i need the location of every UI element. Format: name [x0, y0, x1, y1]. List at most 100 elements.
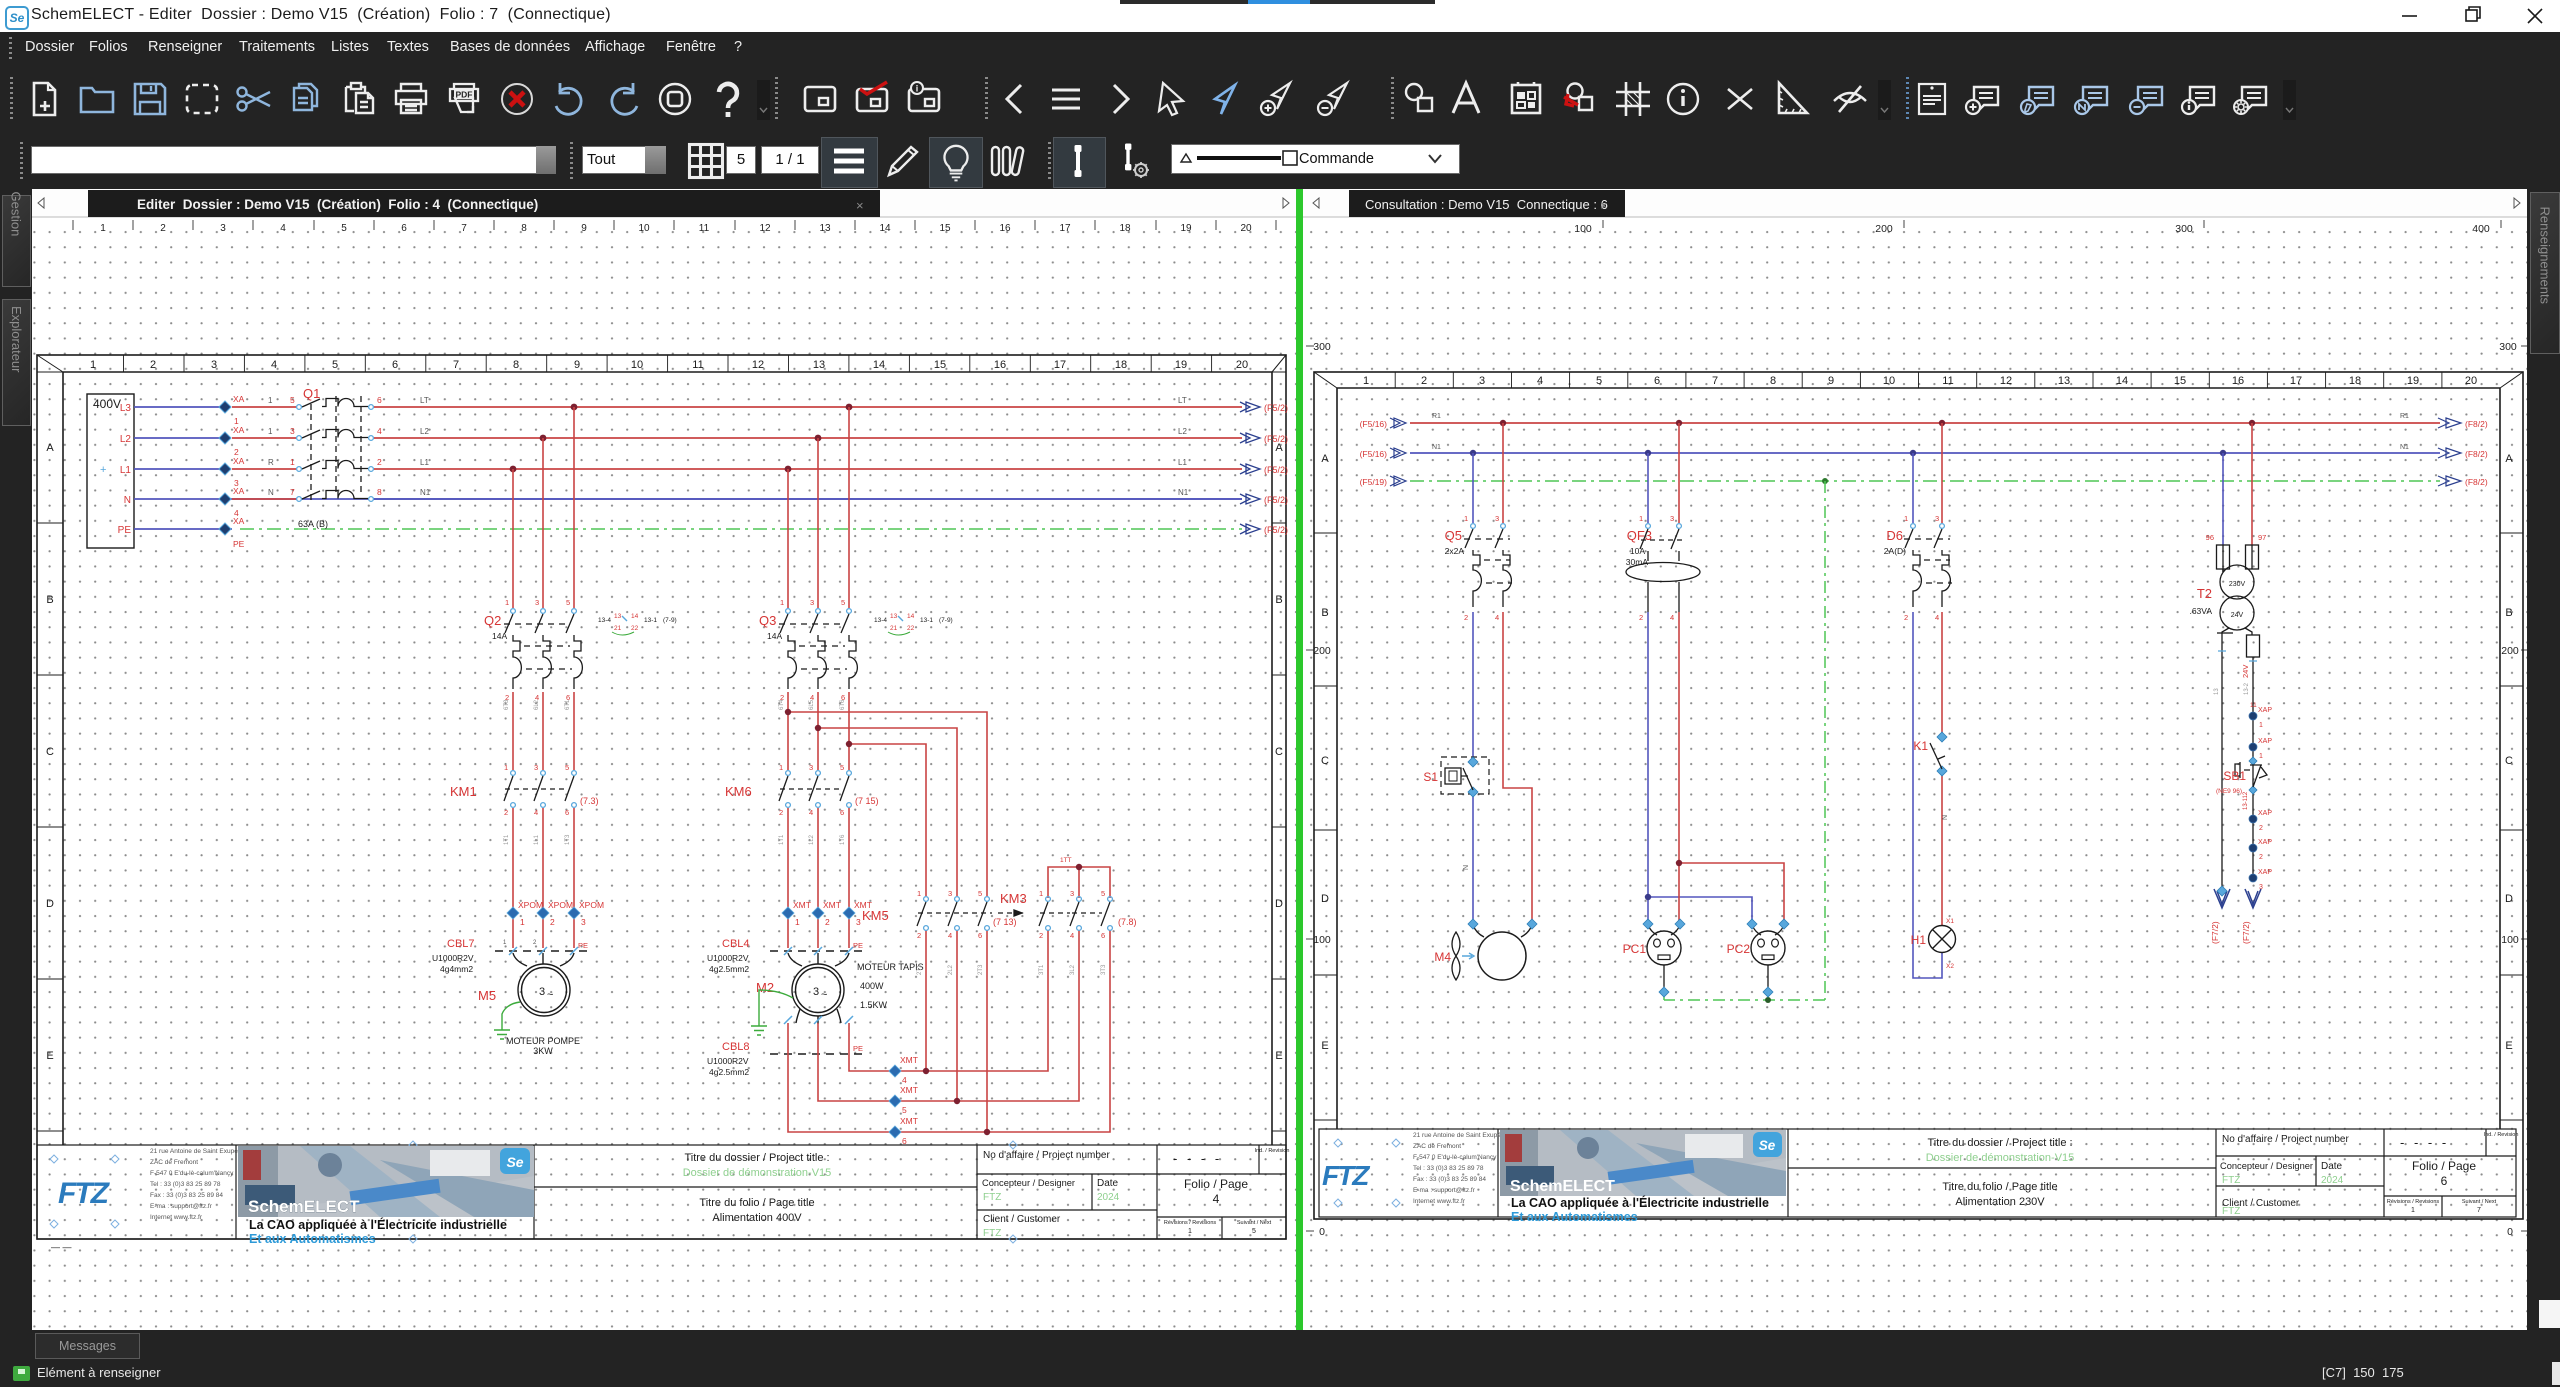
svg-text:1T1: 1T1 — [779, 834, 785, 845]
svg-text:Suivant / Next: Suivant / Next — [1237, 1220, 1272, 1226]
svg-text:22: 22 — [631, 625, 639, 632]
svg-text:Concepteur / Designer: Concepteur / Designer — [2220, 1161, 2313, 1171]
svg-text:6: 6 — [565, 808, 569, 817]
svg-text:1: 1 — [504, 763, 508, 772]
svg-text:1: 1 — [268, 396, 273, 405]
svg-text:6T3: 6T3 — [504, 699, 510, 710]
svg-text:17: 17 — [1054, 359, 1066, 371]
svg-text:XA: XA — [233, 394, 245, 404]
svg-text:5: 5 — [978, 889, 982, 898]
svg-text:L1: L1 — [420, 458, 429, 467]
svg-text:2: 2 — [160, 223, 166, 234]
svg-text:11: 11 — [699, 223, 710, 234]
svg-text:XMT: XMT — [900, 1085, 918, 1095]
svg-text:×: × — [856, 198, 864, 213]
svg-text:D: D — [1321, 893, 1329, 905]
svg-text:T2: T2 — [2197, 586, 2212, 601]
svg-text:1: 1 — [917, 889, 921, 898]
svg-text:2: 2 — [150, 359, 156, 371]
svg-text:U1000R2V: U1000R2V — [707, 953, 749, 963]
svg-text:FTZ: FTZ — [2222, 1175, 2240, 1186]
svg-text:C: C — [2505, 755, 2513, 767]
svg-text:13-4: 13-4 — [598, 617, 611, 624]
svg-text:6L2: 6L2 — [534, 699, 540, 710]
svg-text:K1: K1 — [1913, 739, 1928, 753]
svg-text:13: 13 — [614, 613, 622, 620]
svg-text:XAP: XAP — [2258, 869, 2272, 876]
svg-text:1: 1 — [780, 598, 784, 607]
svg-text:3: 3 — [539, 986, 545, 998]
svg-text:XA: XA — [233, 425, 245, 435]
svg-text:Fax : 33 (0)3 83 25 89 84: Fax : 33 (0)3 83 25 89 84 — [1413, 1176, 1486, 1183]
svg-text:D: D — [2505, 893, 2513, 905]
svg-text:C: C — [46, 746, 54, 758]
svg-text:Et aux Automatismes: Et aux Automatismes — [1511, 1210, 1638, 1224]
svg-text:XAP: XAP — [2258, 839, 2272, 846]
svg-text:3: 3 — [534, 763, 538, 772]
svg-text:Titre du folio / Page title: Titre du folio / Page title — [699, 1197, 814, 1209]
svg-text:3: 3 — [813, 986, 819, 998]
svg-text:1: 1 — [795, 917, 800, 927]
svg-text:3: 3 — [581, 917, 586, 927]
svg-text:2: 2 — [2259, 825, 2263, 832]
svg-text:D6: D6 — [1886, 528, 1903, 543]
svg-text:2T1: 2T1 — [917, 964, 923, 975]
svg-text:1T1: 1T1 — [504, 834, 510, 845]
svg-text:2: 2 — [825, 917, 830, 927]
svg-text:Commande: Commande — [1299, 151, 1374, 167]
svg-text:~: ~ — [547, 989, 553, 1001]
svg-text:Suivant / Next: Suivant / Next — [2462, 1199, 2497, 1205]
svg-text:13: 13 — [819, 223, 831, 234]
svg-text:Se: Se — [1759, 1138, 1776, 1153]
svg-text:18: 18 — [1119, 223, 1131, 234]
svg-text:KM1: KM1 — [450, 784, 477, 799]
svg-text:S1: S1 — [1423, 770, 1438, 784]
svg-text:FTZ: FTZ — [58, 1177, 111, 1210]
svg-text:Internet www.ftz.fr: Internet www.ftz.fr — [1413, 1198, 1466, 1205]
svg-text:(F5/16): (F5/16) — [1360, 449, 1388, 459]
svg-text:100: 100 — [1313, 934, 1331, 946]
svg-text:300: 300 — [2499, 341, 2517, 353]
svg-text:11: 11 — [692, 359, 703, 371]
svg-text:L1: L1 — [120, 465, 132, 476]
svg-text:6: 6 — [2441, 1174, 2448, 1188]
svg-text:Alimentation 230V: Alimentation 230V — [1955, 1196, 2045, 1208]
svg-text:No d'affaire / Project number: No d'affaire / Project number — [2222, 1134, 2349, 1145]
svg-text:Fax : 33 (0)3 83 25 89 84: Fax : 33 (0)3 83 25 89 84 — [150, 1192, 223, 1199]
svg-text:11: 11 — [2250, 702, 2257, 709]
svg-text:.63VA: .63VA — [2189, 606, 2212, 616]
svg-text:24V: 24V — [2231, 612, 2244, 619]
svg-text:4: 4 — [1213, 1192, 1220, 1206]
svg-text:4g2.5mm2: 4g2.5mm2 — [709, 964, 749, 974]
svg-text:Date: Date — [2321, 1161, 2343, 1172]
svg-text:3: 3 — [1479, 375, 1485, 387]
svg-text:100: 100 — [2501, 934, 2519, 946]
svg-text:Tel : 33 (0)3 83 25 89 78: Tel : 33 (0)3 83 25 89 78 — [150, 1181, 221, 1188]
svg-text:3T3: 3T3 — [1101, 964, 1107, 975]
svg-text:3: 3 — [948, 889, 952, 898]
svg-text:7: 7 — [453, 359, 459, 371]
svg-text:5: 5 — [1101, 889, 1105, 898]
svg-text:6T1: 6T1 — [565, 699, 571, 710]
svg-text:Titre du dossier / Project tit: Titre du dossier / Project title : — [1927, 1137, 2072, 1149]
svg-text:400W: 400W — [860, 981, 884, 991]
svg-text:20: 20 — [1236, 359, 1248, 371]
svg-text:Dossier de démonstration-V15: Dossier de démonstration-V15 — [683, 1167, 832, 1179]
svg-text:4: 4 — [1935, 613, 1939, 622]
svg-text:200: 200 — [1313, 645, 1331, 657]
svg-text:L2: L2 — [1178, 427, 1187, 436]
svg-text:5: 5 — [1596, 375, 1602, 387]
svg-text:21: 21 — [614, 625, 622, 632]
svg-text:6: 6 — [1654, 375, 1660, 387]
svg-text:Q5: Q5 — [1445, 528, 1462, 543]
svg-text:8: 8 — [521, 223, 527, 234]
svg-text:0: 0 — [1319, 1226, 1325, 1238]
svg-text:1: 1 — [100, 223, 106, 234]
svg-text:1: 1 — [2411, 1207, 2415, 1214]
svg-text:Se: Se — [506, 1154, 523, 1170]
svg-text:B: B — [1275, 594, 1282, 606]
svg-text:L2: L2 — [420, 427, 429, 436]
svg-text:9: 9 — [574, 359, 580, 371]
svg-text:1: 1 — [90, 359, 96, 371]
svg-text:4: 4 — [948, 931, 952, 940]
